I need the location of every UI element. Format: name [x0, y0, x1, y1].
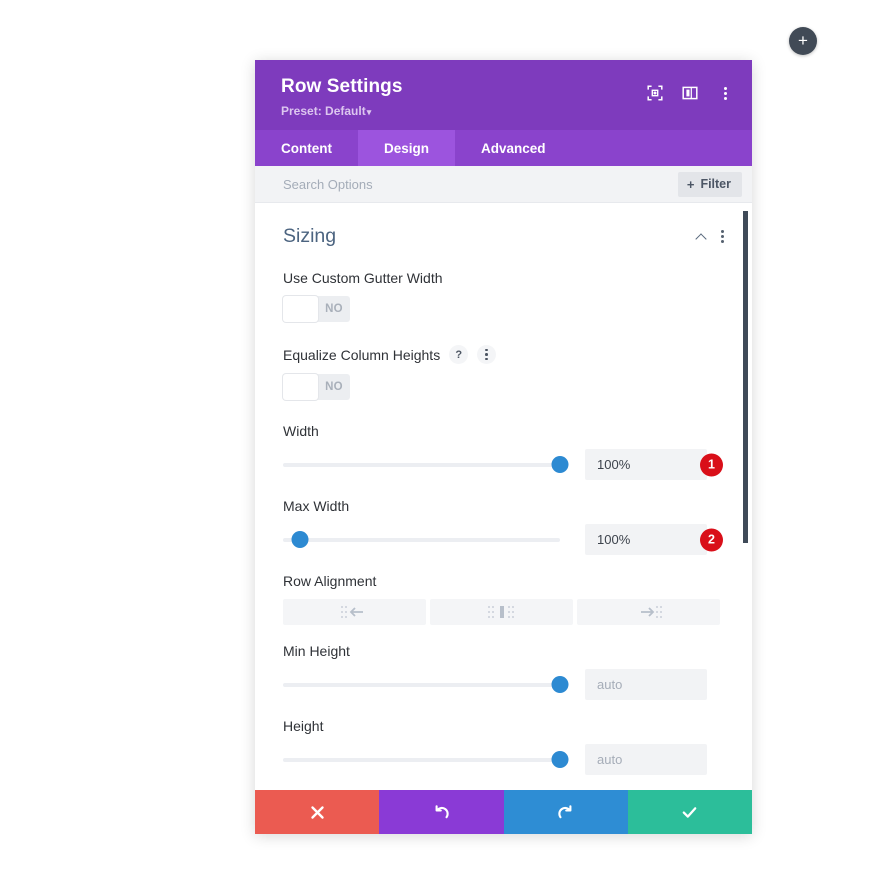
toggle-state-label: NO: [325, 381, 343, 393]
more-options-icon[interactable]: [716, 84, 734, 102]
toggle-knob: [283, 296, 318, 322]
slider-thumb[interactable]: [551, 750, 569, 768]
header-icon-group: [646, 84, 734, 102]
label-text: Max Width: [283, 498, 350, 514]
field-label: Max Width: [283, 498, 724, 514]
align-center-icon[interactable]: [430, 599, 573, 625]
plus-icon: +: [686, 176, 695, 192]
field-width: Width 100% 1: [283, 405, 724, 480]
label-text: Use Custom Gutter Width: [283, 270, 443, 286]
label-text: Height: [283, 718, 324, 734]
close-icon: [310, 805, 324, 819]
slider-thumb[interactable]: [291, 530, 309, 548]
field-label: Use Custom Gutter Width: [283, 270, 724, 286]
tab-advanced[interactable]: Advanced: [455, 130, 572, 166]
width-value: 100%: [597, 457, 631, 472]
scrollbar-thumb[interactable]: [743, 211, 748, 543]
settings-body: Sizing Use Custom Gutter Width NO Equali…: [255, 203, 752, 790]
annotation-badge-2: 2: [700, 528, 723, 551]
field-equalize-column-heights: Equalize Column Heights ? NO: [283, 327, 724, 405]
field-use-custom-gutter-width: Use Custom Gutter Width NO: [283, 252, 724, 327]
row-settings-modal: Row Settings Preset: Default▾ Content De…: [255, 60, 752, 834]
height-control-row: auto: [283, 744, 724, 775]
width-control-row: 100% 1: [283, 449, 724, 480]
slider-track: [283, 462, 560, 467]
height-slider[interactable]: [283, 750, 569, 769]
label-text: Equalize Column Heights: [283, 346, 441, 363]
add-element-button[interactable]: +: [789, 27, 817, 55]
toggle-state-label: NO: [325, 303, 343, 315]
focus-target-icon[interactable]: [646, 84, 664, 102]
filter-button[interactable]: + Filter: [677, 171, 742, 197]
tab-content[interactable]: Content: [255, 130, 358, 166]
label-text: Width: [283, 423, 319, 439]
tab-design[interactable]: Design: [358, 130, 456, 166]
field-max-width: Max Width 100% 2: [283, 480, 724, 555]
max-width-control-row: 100% 2: [283, 524, 724, 555]
cancel-button[interactable]: [255, 790, 380, 834]
preset-selector[interactable]: Preset: Default▾: [281, 104, 726, 118]
label-text: Row Alignment: [283, 573, 377, 589]
slider-track: [283, 682, 560, 687]
min-height-slider[interactable]: [283, 675, 569, 694]
field-label: Row Alignment: [283, 573, 724, 589]
filter-label: Filter: [700, 177, 731, 191]
toggle-knob: [283, 374, 318, 400]
redo-button[interactable]: [503, 790, 628, 834]
width-slider[interactable]: [283, 455, 569, 474]
field-height: Height auto: [283, 700, 724, 775]
align-right-icon[interactable]: [577, 599, 720, 625]
max-width-value-input[interactable]: 100% 2: [585, 524, 723, 555]
max-width-value: 100%: [597, 532, 631, 547]
row-alignment-group: [283, 599, 724, 625]
save-button[interactable]: [627, 790, 752, 834]
height-placeholder: auto: [597, 752, 623, 767]
scrollbar-track[interactable]: [743, 203, 750, 790]
preset-label: Preset: Default: [281, 103, 366, 118]
plus-icon: +: [798, 30, 808, 50]
more-options-icon[interactable]: [721, 230, 724, 243]
settings-scroll-area: Sizing Use Custom Gutter Width NO Equali…: [255, 203, 752, 790]
toggle-equalize-column-heights[interactable]: NO: [283, 374, 350, 400]
align-left-icon[interactable]: [283, 599, 426, 625]
min-height-value-input[interactable]: auto: [585, 669, 707, 700]
field-label: Min Height: [283, 643, 724, 659]
section-tools: [696, 230, 724, 243]
undo-button[interactable]: [379, 790, 504, 834]
undo-icon: [435, 804, 449, 818]
layout-panel-icon[interactable]: [681, 84, 699, 102]
kebab-dots: [723, 86, 727, 100]
chevron-up-icon[interactable]: [696, 233, 707, 240]
help-icon[interactable]: ?: [449, 345, 469, 364]
section-sizing-header[interactable]: Sizing: [283, 203, 724, 252]
annotation-badge-1: 1: [700, 453, 723, 476]
min-height-placeholder: auto: [597, 677, 623, 692]
slider-track: [283, 537, 560, 542]
field-min-height: Min Height auto: [283, 625, 724, 700]
slider-thumb[interactable]: [551, 455, 569, 473]
field-label: Height: [283, 718, 724, 734]
tab-bar: Content Design Advanced: [255, 130, 752, 166]
search-input[interactable]: [283, 176, 678, 192]
toggle-use-custom-gutter-width[interactable]: NO: [283, 296, 350, 322]
field-row-alignment: Row Alignment: [283, 555, 724, 625]
modal-footer: [255, 790, 752, 834]
label-text: Min Height: [283, 643, 350, 659]
width-value-input[interactable]: 100% 1: [585, 449, 723, 480]
slider-thumb[interactable]: [551, 675, 569, 693]
section-title: Sizing: [283, 225, 337, 247]
chevron-down-icon: ▾: [366, 106, 372, 117]
modal-header: Row Settings Preset: Default▾: [255, 60, 752, 130]
search-bar: + Filter: [255, 166, 752, 203]
more-options-icon[interactable]: [477, 345, 497, 364]
field-label: Width: [283, 423, 724, 439]
slider-track: [283, 757, 560, 762]
redo-icon: [558, 804, 572, 818]
max-width-slider[interactable]: [283, 530, 560, 549]
height-value-input[interactable]: auto: [585, 744, 707, 775]
field-label: Equalize Column Heights ?: [283, 345, 724, 364]
min-height-control-row: auto: [283, 669, 724, 700]
kebab-dots: [485, 348, 488, 361]
check-icon: [683, 806, 697, 818]
